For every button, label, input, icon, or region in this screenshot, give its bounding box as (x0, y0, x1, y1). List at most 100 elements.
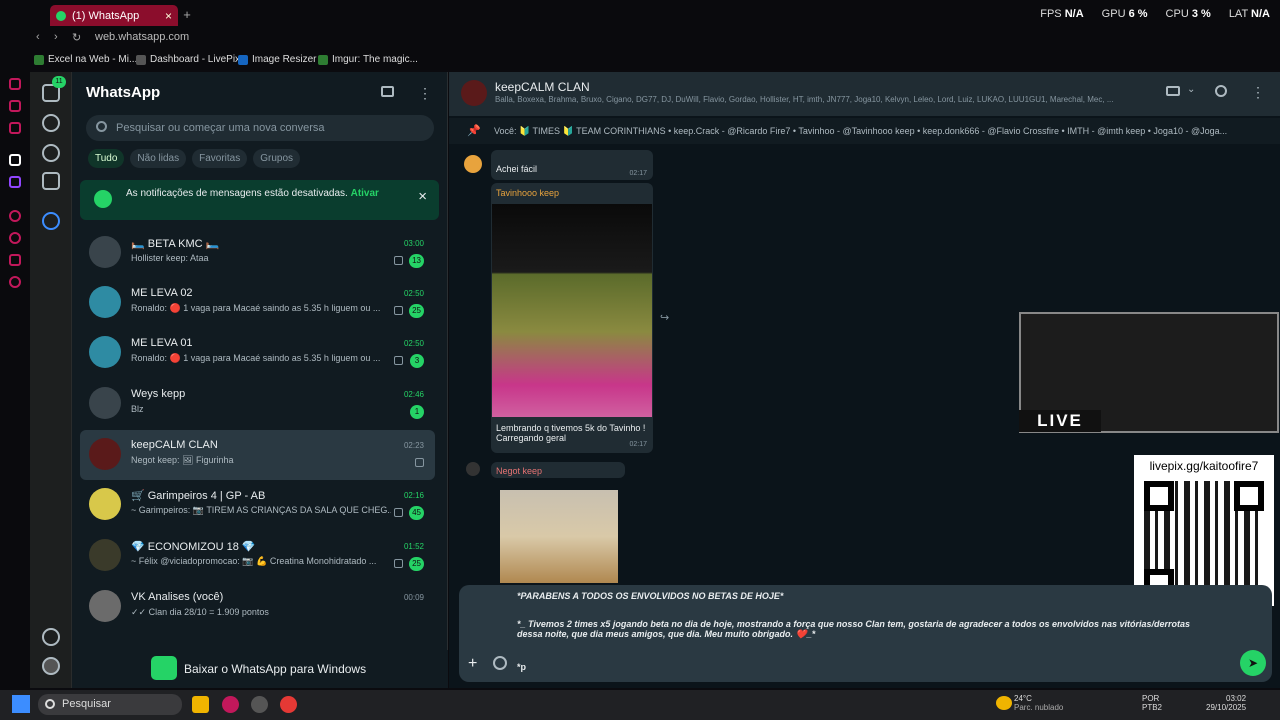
sender-name[interactable]: Negot keep (496, 466, 542, 476)
close-icon[interactable]: × (418, 188, 427, 205)
qr-url: livepix.gg/kaitoofire7 (1149, 459, 1259, 473)
chat-time: 01:52 (403, 542, 424, 551)
performance-stats: FPS N/A GPU 6 % CPU 3 % LAT N/A (1040, 8, 1270, 20)
history-icon[interactable] (9, 232, 21, 244)
unread-badge: 1 (410, 405, 424, 419)
message-bubble[interactable]: Negot keep (491, 462, 625, 478)
new-tab-button[interactable]: + (180, 8, 194, 22)
attach-icon[interactable]: + (468, 655, 477, 673)
filter-groups[interactable]: Grupos (253, 149, 301, 168)
windows-start-icon[interactable] (12, 695, 30, 713)
sticker-icon[interactable] (493, 656, 507, 670)
conversation-header[interactable] (449, 72, 1280, 116)
unread-badge: 45 (409, 506, 424, 520)
chat-item[interactable]: VK Analises (você) ✓✓ Clan dia 28/10 = 1… (80, 582, 435, 632)
send-button[interactable]: ➤ (1240, 650, 1266, 676)
chat-preview: Negot keep: 🖼 Figurinha (131, 455, 234, 465)
meta-ai-icon[interactable] (42, 212, 60, 230)
unread-badge: 13 (409, 254, 424, 268)
avatar (89, 336, 121, 368)
sidebar-icon-3[interactable] (9, 122, 21, 134)
chat-time: 02:50 (403, 289, 424, 298)
sidebar-icon-5[interactable] (9, 210, 21, 222)
sender-avatar[interactable] (464, 155, 482, 173)
video-call-icon[interactable] (1166, 86, 1180, 96)
chat-item-selected[interactable]: keepCALM CLAN Negot keep: 🖼 Figurinha 02… (80, 430, 435, 480)
settings-icon[interactable] (9, 276, 21, 288)
clock[interactable]: 03:02 29/10/2025 (1206, 694, 1246, 712)
browser-tab[interactable]: (1) WhatsApp × (50, 5, 178, 26)
search-icon[interactable] (1215, 85, 1227, 97)
reload-icon[interactable]: ↻ (72, 31, 81, 44)
temperature: 24°C (1014, 694, 1032, 703)
opera-gx-icon[interactable] (222, 696, 239, 713)
group-name[interactable]: keepCALM CLAN (495, 80, 590, 94)
settings-icon[interactable] (42, 628, 60, 646)
chat-item[interactable]: 💎 ECONOMIZOU 18 💎 ~ Félix @viciadopromoc… (80, 531, 435, 581)
avatar (89, 236, 121, 268)
bookmark-item[interactable]: Imgur: The magic... (318, 54, 418, 65)
keyboard-code: PTB2 (1142, 703, 1163, 712)
chat-item[interactable]: 🛏️ BETA KMC 🛏️ Hollister keep: Ataa 03:0… (80, 228, 435, 278)
weather-widget[interactable]: 24°C Parc. nublado (996, 694, 1063, 712)
chat-item[interactable]: 🛒 Garimpeiros 4 | GP - AB ~ Garimpeiros:… (80, 480, 435, 530)
message-composer[interactable]: *PARABENS A TODOS OS ENVOLVIDOS NO BETAS… (459, 585, 1272, 682)
chat-name: keepCALM CLAN (131, 439, 218, 451)
taskbar-search[interactable]: Pesquisar (38, 694, 182, 715)
file-explorer-icon[interactable] (192, 696, 209, 713)
chevron-down-icon[interactable]: ⌄ (1187, 84, 1195, 95)
bookmark-item[interactable]: Dashboard - LivePix (136, 54, 240, 65)
close-tab-icon[interactable]: × (165, 9, 172, 23)
chat-item[interactable]: ME LEVA 02 Ronaldo: 🔴 1 vaga para Macaé … (80, 278, 435, 328)
sidebar-icon-2[interactable] (9, 100, 21, 112)
sender-name[interactable]: Tavinhooo keep (496, 188, 559, 198)
filter-favorites[interactable]: Favoritas (192, 149, 248, 168)
search-input[interactable]: Pesquisar ou começar uma nova conversa (86, 115, 434, 141)
pinned-message[interactable]: 📌 Você: 🔰 TIMES 🔰 TEAM CORINTHIANS • kee… (449, 118, 1280, 144)
live-label: LIVE (1019, 410, 1101, 432)
download-banner[interactable]: Baixar o WhatsApp para Windows (72, 650, 448, 688)
menu-icon[interactable]: ⋮ (1251, 84, 1265, 101)
pin-icon: 📌 (467, 125, 481, 137)
filter-all[interactable]: Tudo (88, 149, 125, 168)
enable-notifications-link[interactable]: Ativar (351, 188, 379, 199)
new-chat-icon[interactable] (381, 86, 394, 97)
status-icon[interactable] (42, 114, 60, 132)
forward-icon[interactable]: › (54, 31, 58, 43)
chat-item[interactable]: Weys kepp Blz 02:46 1 (80, 379, 435, 429)
chrome-icon[interactable] (280, 696, 297, 713)
app-icon[interactable] (251, 696, 268, 713)
chat-preview: Ronaldo: 🔴 1 vaga para Macaé saindo as 5… (131, 353, 381, 363)
chat-item[interactable]: ME LEVA 01 Ronaldo: 🔴 1 vaga para Macaé … (80, 328, 435, 378)
bookmark-item[interactable]: Excel na Web - Mi... (34, 54, 137, 65)
filter-unread[interactable]: Não lidas (130, 149, 187, 168)
address-bar (28, 28, 1280, 50)
url-field[interactable]: web.whatsapp.com (95, 31, 189, 43)
sidebar-icon-4[interactable] (9, 154, 21, 166)
message-bubble[interactable]: Achei fácil 02:17 (491, 150, 653, 180)
menu-icon[interactable]: ⋮ (418, 85, 432, 102)
language-indicator[interactable]: POR PTB2 (1142, 694, 1162, 712)
pinned-text: Você: 🔰 TIMES 🔰 TEAM CORINTHIANS • keep.… (494, 126, 1228, 136)
sidebar-icon-1[interactable] (9, 78, 21, 90)
group-avatar[interactable] (461, 80, 487, 106)
profile-avatar[interactable] (42, 657, 60, 675)
channels-icon[interactable] (42, 144, 60, 162)
chat-name: 🛒 Garimpeiros 4 | GP - AB (131, 490, 266, 502)
twitch-icon[interactable] (9, 176, 21, 188)
message-image[interactable] (492, 204, 652, 417)
compose-line: *PARABENS A TODOS OS ENVOLVIDOS NO BETAS… (517, 591, 784, 601)
forward-icon[interactable]: ↪ (660, 311, 669, 324)
qr-finder (1144, 481, 1174, 511)
group-members: Balla, Boxexa, Brahma, Bruxo, Cigano, DG… (495, 95, 1114, 104)
back-icon[interactable]: ‹ (36, 31, 40, 43)
chat-preview: Blz (131, 404, 144, 414)
sticker-image[interactable] (500, 490, 618, 583)
filter-chips: Tudo Não lidas Favoritas Grupos (88, 149, 301, 168)
avatar (89, 286, 121, 318)
communities-icon[interactable] (42, 172, 60, 190)
sidebar-icon-6[interactable] (9, 254, 21, 266)
sender-avatar[interactable] (466, 462, 480, 476)
mute-icon (394, 256, 403, 265)
bookmark-item[interactable]: Image Resizer (238, 54, 316, 65)
